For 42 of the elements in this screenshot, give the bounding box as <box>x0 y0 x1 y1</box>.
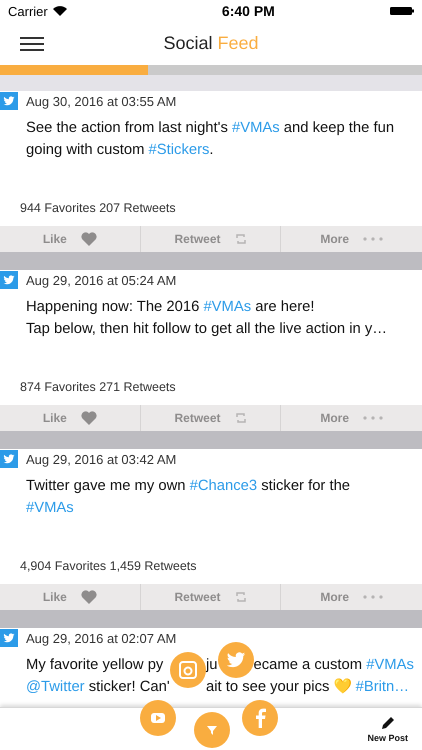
menu-button[interactable] <box>20 36 44 50</box>
pencil-icon <box>380 715 396 731</box>
heart-icon <box>80 590 97 604</box>
new-post-button[interactable]: New Post <box>367 715 408 743</box>
clock-time: 6:40 PM <box>222 3 275 19</box>
post-text: Twitter gave me my own #Chance3 sticker for the <box>26 477 350 496</box>
instagram-button[interactable] <box>170 652 206 688</box>
more-icon <box>363 416 383 420</box>
page-title: Social Feed <box>163 33 259 54</box>
bird-icon <box>226 650 246 670</box>
facebook-icon <box>254 708 266 728</box>
twitter-button[interactable] <box>218 642 254 678</box>
post-text: ecame a custom #VMAs <box>254 656 414 675</box>
menu-icon <box>20 36 44 50</box>
post-stats: 944 Favorites 207 Retweets <box>20 200 176 214</box>
post-text: #VMAs <box>26 499 74 518</box>
post-date: Aug 29, 2016 at 05:24 AM <box>26 272 176 288</box>
wifi-icon <box>52 6 67 16</box>
post-date: Aug 30, 2016 at 03:55 AM <box>26 94 176 108</box>
post-stats: 874 Favorites 271 Retweets <box>20 380 176 394</box>
carrier-label: Carrier <box>8 4 48 18</box>
post-text: Tap below, then hit follow to get all the live action in y… <box>26 320 388 339</box>
more-icon <box>363 237 383 241</box>
battery-icon <box>390 6 414 16</box>
post-text: My favorite yellow py <box>26 656 164 675</box>
post-text: going with custom #Stickers. <box>26 141 214 160</box>
post-date: Aug 29, 2016 at 02:07 AM <box>26 630 176 646</box>
heart-icon <box>80 411 97 425</box>
post-text: See the action from last night's #VMAs and keep the fun <box>26 119 394 138</box>
retweet-icon <box>234 591 246 603</box>
post-date: Aug 29, 2016 at 03:42 AM <box>26 452 176 466</box>
more-icon <box>363 595 383 599</box>
camera-icon <box>179 661 197 679</box>
post-text: Happening now: The 2016 #VMAs are here! <box>26 298 314 317</box>
funnel-icon <box>206 724 218 736</box>
post-text: @Twitter sticker! Can' <box>26 678 170 697</box>
retweet-icon <box>234 233 246 245</box>
heart-icon <box>80 232 97 246</box>
retweet-icon <box>234 412 246 424</box>
post-text: ju <box>206 656 218 675</box>
post-stats: 4,904 Favorites 1,459 Retweets <box>20 558 196 572</box>
post-text: ait to see your pics 💛 #Britn… <box>206 678 410 697</box>
